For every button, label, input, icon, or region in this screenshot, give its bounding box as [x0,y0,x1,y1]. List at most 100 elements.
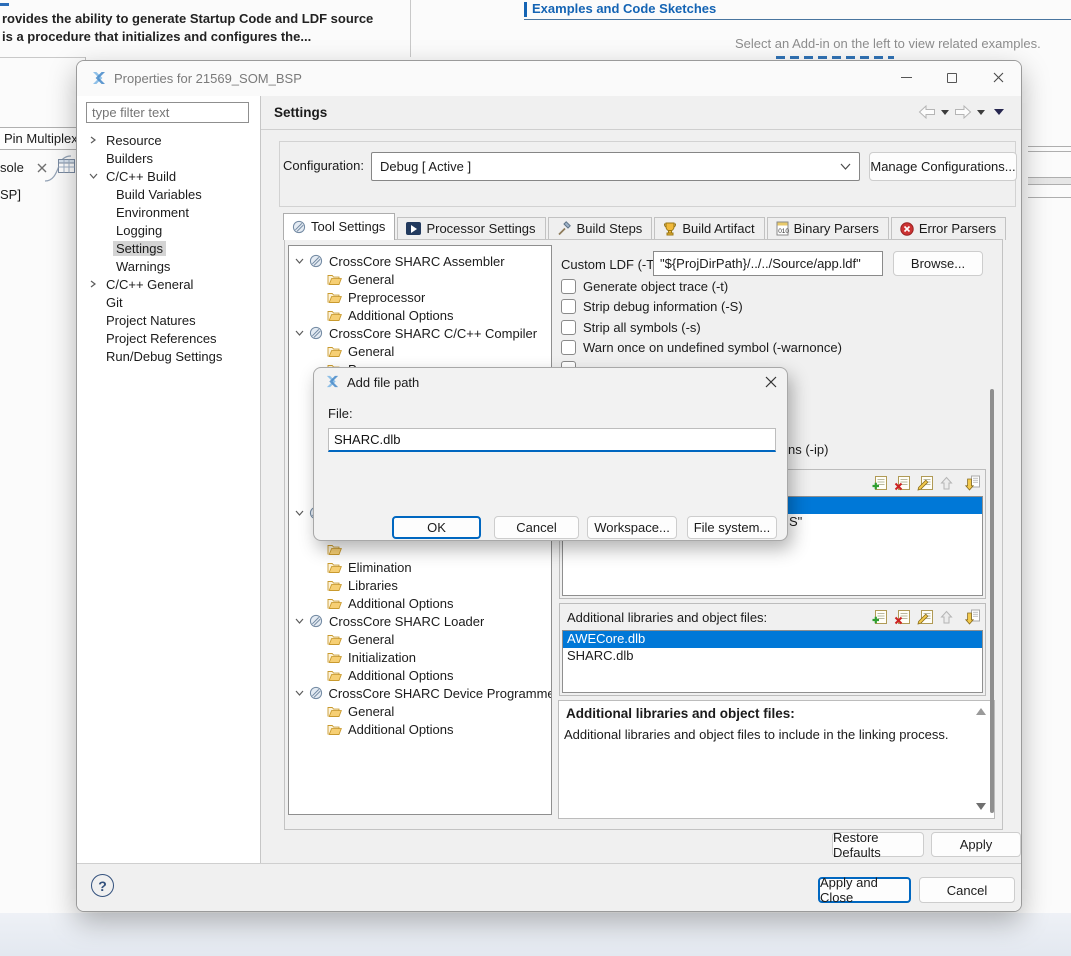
tree-item[interactable]: Libraries [289,576,551,594]
toolbar-icon[interactable] [917,475,934,491]
checkbox-row[interactable]: Strip all symbols (-s) [561,317,842,338]
title-bar[interactable]: Properties for 21569_SOM_BSP [77,61,1022,96]
tab[interactable]: Error Parsers [891,217,1006,240]
tree-item[interactable]: General [289,702,551,720]
nav-item[interactable]: Run/Debug Settings [77,347,261,365]
toolbar-icon[interactable] [965,475,980,491]
tab[interactable]: Processor Settings [397,217,545,240]
vertical-scrollbar[interactable] [990,389,994,813]
filter-input[interactable] [86,102,249,123]
configuration-select[interactable]: Debug [ Active ] [371,152,860,181]
nav-item[interactable]: Warnings [77,257,261,275]
maximize-button[interactable] [930,61,974,94]
tree-item[interactable]: CrossCore SHARC C/C++ Compiler [289,324,551,342]
ok-button[interactable]: OK [392,516,481,539]
toolbar-icon[interactable] [871,475,888,491]
toolbar-icon[interactable] [965,609,980,625]
delete-icon[interactable] [894,475,911,491]
scroll-up-icon[interactable] [976,708,986,715]
tree-item[interactable]: Additional Options [289,720,551,738]
back-arrow-icon[interactable] [918,105,936,119]
toolbar-icon[interactable] [894,475,911,491]
minimize-button[interactable] [884,61,928,94]
nav-item[interactable]: Build Variables [77,185,261,203]
chevron-right-icon[interactable] [89,280,103,288]
back-dropdown-icon[interactable] [941,110,949,115]
tree-item[interactable]: Preprocessor [289,288,551,306]
tree-item[interactable]: General [289,630,551,648]
checkbox[interactable] [561,340,576,355]
checkbox-row[interactable]: Strip debug information (-S) [561,297,842,318]
tab[interactable]: Tool Settings [283,213,395,240]
tab[interactable]: Build Artifact [654,217,764,240]
checkbox[interactable] [561,279,576,294]
tree-item[interactable]: Elimination [289,558,551,576]
chevron-down-icon[interactable] [295,509,309,517]
nav-item[interactable]: Git [77,293,261,311]
chevron-down-icon[interactable] [295,257,309,265]
tree-item[interactable]: Additional Options [289,594,551,612]
chevron-down-icon[interactable] [89,172,103,180]
checkbox-row[interactable]: Generate object trace (-t) [561,276,842,297]
tree-item[interactable]: CrossCore SHARC Loader [289,612,551,630]
nav-item[interactable]: Resource [77,131,261,149]
file-system-button[interactable]: File system... [687,516,777,539]
tree-item[interactable]: Initialization [289,648,551,666]
apply-button[interactable]: Apply [931,832,1021,857]
tab[interactable]: Build Steps [548,217,653,240]
chevron-down-icon[interactable] [295,617,309,625]
view-menu-icon[interactable] [994,109,1004,115]
edit-icon[interactable] [917,609,934,625]
edit-icon[interactable] [917,475,934,491]
workspace-button[interactable]: Workspace... [587,516,677,539]
checkbox-row[interactable]: Warn once on undefined symbol (-warnonce… [561,338,842,359]
browse-button[interactable]: Browse... [893,251,983,276]
list-item[interactable]: SHARC.dlb [563,648,982,665]
move-down-icon[interactable] [965,475,980,491]
forward-dropdown-icon[interactable] [977,110,985,115]
custom-ldf-input[interactable]: "${ProjDirPath}/../../Source/app.ldf" [653,251,883,276]
close-button[interactable] [976,61,1020,94]
move-down-icon[interactable] [965,609,980,625]
tree-item[interactable]: Additional Options [289,306,551,324]
apply-and-close-button[interactable]: Apply and Close [818,877,911,903]
forward-arrow-icon[interactable] [954,105,972,119]
tree-item[interactable] [289,540,551,558]
checkbox[interactable] [561,320,576,335]
scroll-down-icon[interactable] [976,803,986,810]
delete-icon[interactable] [894,609,911,625]
table-view-icon[interactable] [58,159,75,173]
toolbar-icon[interactable] [871,609,888,625]
cancel-button[interactable]: Cancel [494,516,579,539]
toolbar-icon[interactable] [894,609,911,625]
move-up-icon[interactable] [940,610,953,625]
nav-item[interactable]: C/C++ General [77,275,261,293]
restore-defaults-button[interactable]: Restore Defaults [832,832,924,857]
move-up-icon[interactable] [940,476,953,491]
tree-item[interactable]: Additional Options [289,666,551,684]
tab[interactable]: 010 Binary Parsers [767,217,889,240]
tree-item[interactable]: General [289,342,551,360]
list-item[interactable]: AWECore.dlb [563,631,982,648]
chevron-right-icon[interactable] [89,136,103,144]
add-icon[interactable] [871,475,888,491]
nav-item[interactable]: C/C++ Build [77,167,261,185]
close-icon[interactable] [759,372,783,392]
toolbar-icon[interactable] [917,609,934,625]
tree-item[interactable]: General [289,270,551,288]
tree-item[interactable]: CrossCore SHARC Assembler [289,252,551,270]
chevron-down-icon[interactable] [295,329,309,337]
nav-item[interactable]: Project Natures [77,311,261,329]
console-tab-fragment[interactable]: sole [0,160,24,175]
nav-item[interactable]: Project References [77,329,261,347]
pin-multiplex-tab[interactable]: Pin Multiplex [0,127,84,150]
cancel-button[interactable]: Cancel [919,877,1015,903]
nav-item[interactable]: Builders [77,149,261,167]
nav-item[interactable]: Logging [77,221,261,239]
nav-item[interactable]: Environment [77,203,261,221]
help-icon[interactable]: ? [91,874,114,897]
add-icon[interactable] [871,609,888,625]
chevron-down-icon[interactable] [295,689,309,697]
checkbox[interactable] [561,299,576,314]
additional-libraries-listbox[interactable]: AWECore.dlb SHARC.dlb [562,630,983,693]
